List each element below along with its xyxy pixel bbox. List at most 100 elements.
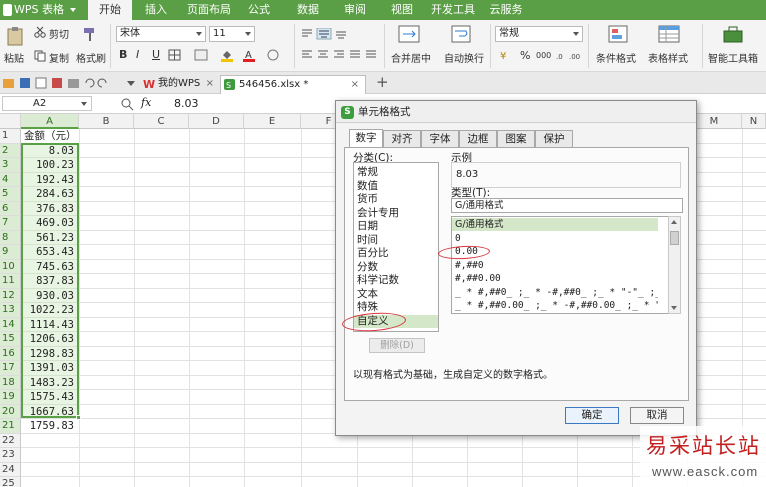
comma-style-button[interactable]: 000 <box>536 51 551 60</box>
row-header[interactable]: 24 <box>0 462 21 477</box>
paste-icon[interactable] <box>6 26 24 46</box>
row-header[interactable]: 18 <box>0 375 21 390</box>
clear-format-icon[interactable] <box>266 48 280 62</box>
table-cell[interactable]: 837.83 <box>22 274 77 288</box>
column-header[interactable]: D <box>189 114 244 129</box>
table-cell[interactable]: 561.23 <box>22 231 77 245</box>
table-cell[interactable]: 1575.43 <box>22 390 77 404</box>
table-cell[interactable]: 1759.83 <box>22 419 77 433</box>
borders-icon[interactable] <box>168 49 182 61</box>
category-item[interactable]: 百分比 <box>357 247 389 260</box>
close-icon[interactable]: × <box>351 76 359 93</box>
scroll-thumb[interactable] <box>670 231 679 245</box>
dialog-title-bar[interactable]: S 单元格格式 <box>336 101 696 123</box>
type-list-scrollbar[interactable] <box>668 216 681 314</box>
ok-button[interactable]: 确定 <box>565 407 619 424</box>
table-cell[interactable]: 100.23 <box>22 158 77 172</box>
tab-developer[interactable]: 开发工具 <box>429 0 477 20</box>
merge-center-button[interactable]: 合并居中 <box>391 50 431 65</box>
row-header[interactable]: 1 <box>0 129 21 144</box>
table-cell[interactable]: 1391.03 <box>22 361 77 375</box>
row-header[interactable]: 16 <box>0 346 21 361</box>
select-all-corner[interactable] <box>0 114 21 129</box>
copy-button[interactable]: 复制 <box>49 50 69 65</box>
category-item[interactable]: 常规 <box>357 166 378 179</box>
category-item[interactable]: 时间 <box>357 234 378 247</box>
underline-button[interactable]: U <box>152 48 160 61</box>
row-header[interactable]: 14 <box>0 317 21 332</box>
row-header[interactable]: 20 <box>0 404 21 419</box>
tab-insert[interactable]: 插入 <box>138 0 174 20</box>
table-cell[interactable]: 8.03 <box>22 144 77 158</box>
dialog-tab-font[interactable]: 字体 <box>421 130 459 147</box>
paste-button[interactable]: 粘贴 <box>4 50 24 65</box>
category-list[interactable]: 常规 数值 货币 会计专用 日期 时间 百分比 分数 科学记数 文本 特殊 自定义 <box>353 162 439 332</box>
row-header[interactable]: 10 <box>0 259 21 274</box>
table-cell[interactable]: 469.03 <box>22 216 77 230</box>
type-item[interactable]: #,##0.00 <box>452 272 658 285</box>
row-header[interactable]: 21 <box>0 419 21 434</box>
table-cell[interactable]: 1667.63 <box>22 405 77 419</box>
row-header[interactable]: 4 <box>0 172 21 187</box>
doc-tab-mywps[interactable]: W 我的WPS × <box>140 75 218 94</box>
table-cell[interactable]: 1114.43 <box>22 318 77 332</box>
row-header[interactable]: 11 <box>0 274 21 289</box>
tab-data[interactable]: 数据 <box>292 0 324 20</box>
type-item[interactable]: G/通用格式 <box>452 218 658 231</box>
row-header[interactable]: 15 <box>0 332 21 347</box>
row-header[interactable]: 19 <box>0 390 21 405</box>
tab-review[interactable]: 审阅 <box>339 0 371 20</box>
font-name-select[interactable]: 宋体 <box>116 26 206 42</box>
table-cell[interactable]: 653.43 <box>22 245 77 259</box>
font-size-select[interactable]: 11 <box>209 26 255 42</box>
type-list[interactable]: G/通用格式 0 0.00 #,##0 #,##0.00 _ * #,##0_ ;_ * … <box>451 216 669 314</box>
smart-toolbox-button[interactable]: 智能工具箱 <box>708 50 758 65</box>
type-input[interactable]: G/通用格式 <box>451 198 683 213</box>
row-header[interactable]: 2 <box>0 143 21 158</box>
cut-button[interactable]: 剪切 <box>49 26 69 41</box>
dialog-tab-number[interactable]: 数字 <box>349 129 383 148</box>
row-header[interactable]: 8 <box>0 230 21 245</box>
table-cell[interactable]: 1022.23 <box>22 303 77 317</box>
tab-view[interactable]: 视图 <box>386 0 418 20</box>
row-header[interactable]: 3 <box>0 158 21 173</box>
tab-page-layout[interactable]: 页面布局 <box>182 0 236 20</box>
italic-button[interactable]: I <box>136 48 139 61</box>
row-header[interactable]: 12 <box>0 288 21 303</box>
table-cell[interactable]: 1298.83 <box>22 347 77 361</box>
row-header[interactable]: 25 <box>0 477 21 487</box>
currency-icon[interactable]: ¥ <box>498 49 512 61</box>
delete-button[interactable]: 删除(D) <box>369 338 425 353</box>
cancel-button[interactable]: 取消 <box>630 407 684 424</box>
conditional-format-button[interactable]: 条件格式 <box>596 50 636 65</box>
category-item[interactable]: 货币 <box>357 193 378 206</box>
decimal-adjust-icons[interactable]: .0 .00 <box>556 49 582 61</box>
dialog-tab-protection[interactable]: 保护 <box>535 130 573 147</box>
fill-color-icon[interactable] <box>220 48 234 62</box>
type-item[interactable]: _ * #,##0_ ;_ * -#,##0_ ;_ * "-"_ ;_ @_ <box>452 286 658 299</box>
percent-button[interactable]: % <box>520 49 530 62</box>
category-item[interactable]: 文本 <box>357 288 378 301</box>
dialog-tab-alignment[interactable]: 对齐 <box>383 130 421 147</box>
column-header[interactable]: E <box>244 114 301 129</box>
name-box[interactable]: A2 <box>2 96 92 111</box>
type-item[interactable]: #,##0 <box>452 259 658 272</box>
column-header[interactable]: N <box>742 114 766 129</box>
table-cell[interactable]: 1483.23 <box>22 376 77 390</box>
scroll-up-icon[interactable] <box>671 220 677 224</box>
font-color-icon[interactable]: A <box>242 48 256 62</box>
table-cell[interactable]: 376.83 <box>22 202 77 216</box>
category-item[interactable]: 数值 <box>357 180 378 193</box>
type-item[interactable]: _ * #,##0.00_ ;_ * -#,##0.00_ ;_ * "-"?? <box>452 299 658 312</box>
formula-input[interactable]: 8.03 <box>174 97 199 110</box>
table-cell[interactable]: 745.63 <box>22 260 77 274</box>
category-item[interactable]: 科学记数 <box>357 274 399 287</box>
new-tab-plus-icon[interactable]: + <box>376 73 389 91</box>
table-cell[interactable]: 930.03 <box>22 289 77 303</box>
zoom-icon[interactable] <box>120 97 134 111</box>
row-header[interactable]: 6 <box>0 201 21 216</box>
row-header[interactable]: 5 <box>0 187 21 202</box>
close-icon[interactable]: × <box>206 75 214 92</box>
fx-icon[interactable]: fx <box>141 96 151 109</box>
table-cell[interactable]: 1206.63 <box>22 332 77 346</box>
